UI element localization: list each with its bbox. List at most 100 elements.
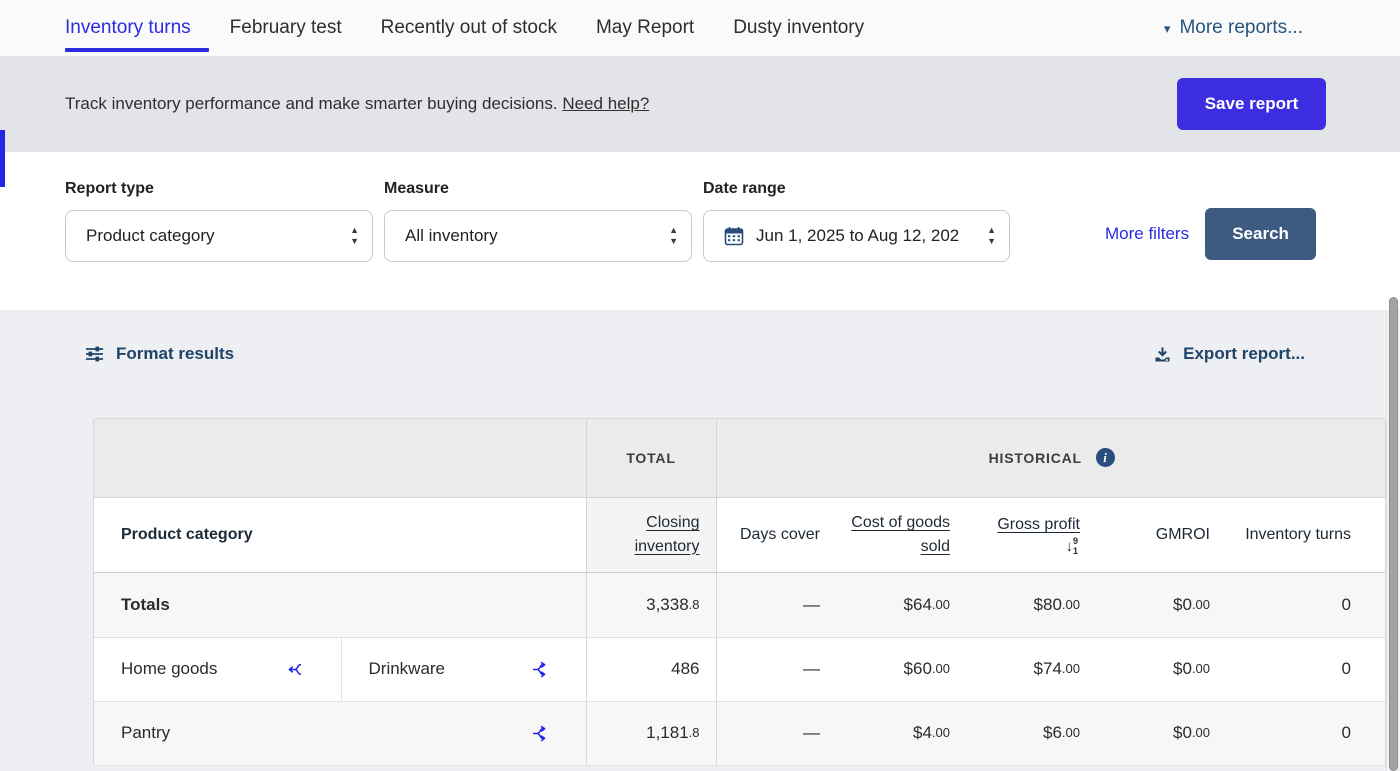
tab-label: Recently out of stock [381, 17, 557, 39]
table-column-header-row: Product category Closing inventory Days … [94, 497, 1386, 572]
cell-closing-inventory: 486 [586, 637, 716, 701]
info-icon[interactable]: i [1096, 448, 1115, 467]
totals-label: Totals [121, 595, 170, 615]
date-range-label: Date range [703, 180, 1010, 198]
column-header-product-category: Product category [94, 497, 586, 572]
stepper-down-icon: ▼ [987, 238, 996, 245]
sortable-header-label[interactable]: Gross profit [997, 516, 1080, 533]
cell-inventory-turns: 0 [1226, 701, 1386, 765]
format-results-label: Format results [116, 344, 234, 364]
cell-inventory-turns: 0 [1226, 572, 1386, 637]
scrollbar-thumb[interactable] [1389, 297, 1398, 771]
column-header-inventory-turns: Inventory turns [1226, 497, 1386, 572]
stepper-down-icon: ▼ [350, 238, 359, 245]
sort-descending-icon[interactable]: ↓ 9 1 [1065, 537, 1078, 556]
column-header-cost-of-goods-sold[interactable]: Cost of goods sold [836, 497, 966, 572]
sortable-header-label[interactable]: Closing inventory [635, 514, 700, 554]
export-report-label: Export report... [1183, 344, 1305, 364]
tab-dusty-inventory[interactable]: Dusty inventory [733, 0, 864, 56]
cell-gross-profit: $74.00 [966, 637, 1096, 701]
tab-label: Dusty inventory [733, 17, 864, 39]
more-filters-link[interactable]: More filters [1105, 224, 1189, 244]
column-header-gmroi: GMROI [1096, 497, 1226, 572]
category-cell-pantry: Pantry [94, 701, 586, 765]
cell-cogs: $4.00 [836, 701, 966, 765]
expand-split-icon[interactable] [531, 661, 548, 678]
group-header-historical: HISTORICAL i [716, 419, 1386, 497]
need-help-link[interactable]: Need help? [562, 94, 649, 113]
report-tab-bar: Inventory turns February test Recently o… [0, 0, 1400, 56]
filter-actions: More filters Search [1105, 208, 1316, 260]
table-row-home-goods: Home goods Drinkware [94, 637, 1386, 701]
info-banner: Track inventory performance and make sma… [0, 56, 1400, 152]
sortable-header-label[interactable]: Cost of goods sold [851, 514, 950, 554]
cell-inventory-turns: 0 [1226, 637, 1386, 701]
cell-closing-inventory: 1,181.8 [586, 701, 716, 765]
group-header-empty [94, 419, 586, 497]
results-toolbar: Format results Export report... [0, 310, 1400, 364]
more-reports-dropdown[interactable]: ▾ More reports... [1164, 0, 1303, 56]
cell-days-cover: — [716, 637, 836, 701]
category-label: Home goods [121, 659, 217, 679]
cell-gmroi: $0.00 [1096, 637, 1226, 701]
tab-label: Inventory turns [65, 17, 191, 39]
inventory-report-table: TOTAL HISTORICAL i Product category Clos… [93, 418, 1386, 766]
stepper-icon[interactable]: ▲ ▼ [350, 227, 359, 245]
subcategory-cell-drinkware: Drinkware [341, 637, 586, 701]
cell-days-cover: — [716, 572, 836, 637]
stepper-icon[interactable]: ▲ ▼ [987, 227, 996, 245]
stepper-up-icon: ▲ [669, 227, 678, 234]
report-type-select[interactable]: Product category ▲ ▼ [65, 210, 373, 262]
table-group-header-row: TOTAL HISTORICAL i [94, 419, 1386, 497]
sort-digit-low: 1 [1073, 547, 1078, 556]
banner-message-text: Track inventory performance and make sma… [65, 94, 558, 113]
stepper-up-icon: ▲ [350, 227, 359, 234]
tab-may-report[interactable]: May Report [596, 0, 694, 56]
banner-message: Track inventory performance and make sma… [65, 94, 649, 114]
format-results-button[interactable]: Format results [85, 344, 234, 364]
tab-february-test[interactable]: February test [230, 0, 342, 56]
date-range-group: Date range Jun 1, 2025 to Aug 12, 202 ▲ … [703, 180, 1010, 262]
report-type-label: Report type [65, 180, 373, 198]
search-button[interactable]: Search [1205, 208, 1316, 260]
download-icon [1154, 346, 1171, 363]
column-header-gross-profit[interactable]: Gross profit ↓ 9 1 [966, 497, 1096, 572]
date-range-select[interactable]: Jun 1, 2025 to Aug 12, 202 ▲ ▼ [703, 210, 1010, 262]
category-cell-home-goods: Home goods [94, 637, 341, 701]
cell-cogs: $60.00 [836, 637, 966, 701]
totals-label-cell: Totals [94, 572, 586, 637]
table-row-totals: Totals 3,338.8 — $64.00 $80.00 $0.00 0 [94, 572, 1386, 637]
results-section: Format results Export report... [0, 310, 1400, 771]
calendar-icon [724, 226, 744, 246]
cell-gross-profit: $80.00 [966, 572, 1096, 637]
table-row-pantry: Pantry 1,181.8 — $4.00 $ [94, 701, 1386, 765]
measure-group: Measure All inventory ▲ ▼ [384, 180, 692, 262]
tab-label: May Report [596, 17, 694, 39]
left-accent-bar [0, 130, 5, 187]
collapse-merge-icon[interactable] [286, 661, 303, 678]
tab-inventory-turns[interactable]: Inventory turns [65, 0, 191, 56]
column-header-days-cover: Days cover [716, 497, 836, 572]
filters-section: Report type Product category ▲ ▼ Measure… [0, 152, 1400, 310]
report-type-value: Product category [86, 226, 338, 246]
cell-gross-profit: $6.00 [966, 701, 1096, 765]
column-header-closing-inventory[interactable]: Closing inventory [586, 497, 716, 572]
cell-days-cover: — [716, 701, 836, 765]
chevron-down-icon: ▾ [1164, 22, 1171, 35]
category-label: Pantry [121, 723, 170, 743]
stepper-icon[interactable]: ▲ ▼ [669, 227, 678, 245]
save-report-button[interactable]: Save report [1177, 78, 1326, 130]
cell-closing-inventory: 3,338.8 [586, 572, 716, 637]
cell-gmroi: $0.00 [1096, 572, 1226, 637]
measure-select[interactable]: All inventory ▲ ▼ [384, 210, 692, 262]
expand-split-icon[interactable] [531, 725, 548, 742]
tab-recently-out-of-stock[interactable]: Recently out of stock [381, 0, 557, 56]
report-type-group: Report type Product category ▲ ▼ [65, 180, 373, 262]
historical-label: HISTORICAL [989, 450, 1082, 466]
export-report-button[interactable]: Export report... [1154, 344, 1305, 364]
more-reports-label: More reports... [1179, 17, 1303, 39]
date-range-value: Jun 1, 2025 to Aug 12, 202 [756, 226, 975, 246]
tab-label: February test [230, 17, 342, 39]
subcategory-label: Drinkware [369, 659, 446, 679]
measure-label: Measure [384, 180, 692, 198]
